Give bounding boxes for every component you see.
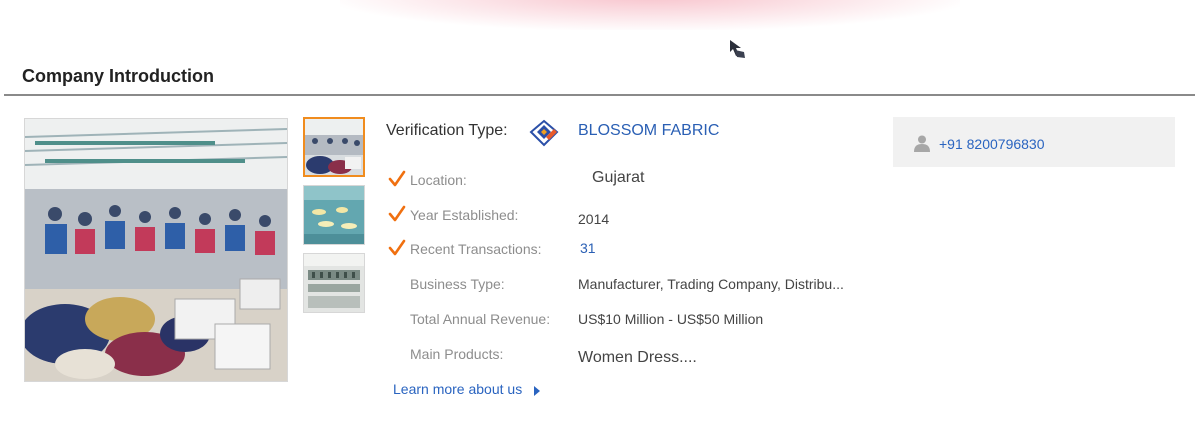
showroom-thumb — [304, 186, 364, 244]
factory-floor-photo — [25, 119, 287, 381]
thumbnail-2[interactable] — [303, 185, 365, 245]
recent-transactions-label: Recent Transactions: — [410, 241, 542, 257]
location-value: Gujarat — [592, 169, 645, 186]
cursor-icon — [730, 40, 745, 58]
detail-row-location: Location: Gujarat — [388, 169, 888, 194]
section-title: Company Introduction — [22, 66, 214, 86]
person-icon — [914, 135, 930, 152]
top-decorative-glow — [340, 0, 960, 30]
business-type-label: Business Type: — [410, 276, 505, 292]
total-annual-revenue-value: US$10 Million - US$50 Million — [578, 311, 764, 327]
learn-more-link[interactable]: Learn more about us — [393, 381, 522, 397]
caret-right-icon — [534, 386, 540, 396]
thumbnail-3[interactable] — [303, 253, 365, 313]
detail-row-total-annual-revenue: Total Annual Revenue: US$10 Million - US… — [388, 311, 888, 333]
verification-type-label: Verification Type: — [386, 122, 508, 139]
main-company-photo[interactable] — [24, 118, 288, 382]
contact-phone-link[interactable]: +91 8200796830 — [939, 136, 1045, 152]
detail-row-business-type: Business Type: Manufacturer, Trading Com… — [388, 276, 888, 298]
detail-row-main-products: Main Products: Women Dress.... — [388, 346, 888, 368]
main-products-value: Women Dress.... — [578, 349, 697, 366]
business-type-value: Manufacturer, Trading Company, Distribu.… — [578, 276, 844, 292]
check-icon — [388, 205, 406, 222]
embroidery-machines-thumb — [304, 254, 364, 312]
main-products-label: Main Products: — [410, 346, 504, 362]
company-introduction-page: Company Introduction Verification Type: … — [0, 0, 1200, 433]
thumbnail-1[interactable] — [303, 117, 365, 177]
section-divider — [4, 94, 1195, 96]
total-annual-revenue-label: Total Annual Revenue: — [410, 311, 551, 327]
detail-row-recent-transactions: Recent Transactions: 31 — [388, 239, 888, 263]
year-established-label: Year Established: — [410, 207, 519, 223]
check-icon — [388, 239, 406, 256]
factory-floor-thumb — [305, 119, 363, 175]
location-label: Location: — [410, 172, 467, 188]
year-established-value: 2014 — [578, 211, 610, 227]
detail-row-year-established: Year Established: 2014 — [388, 205, 888, 229]
contact-panel: +91 8200796830 — [893, 117, 1175, 167]
verified-supplier-icon — [529, 119, 559, 147]
check-icon — [388, 170, 406, 187]
company-name-link[interactable]: BLOSSOM FABRIC — [578, 122, 719, 140]
recent-transactions-value[interactable]: 31 — [580, 240, 596, 256]
